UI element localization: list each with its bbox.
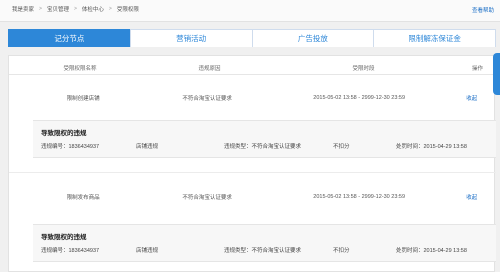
header-action: 操作 <box>471 66 483 72</box>
violation-type: 违规类型：不符合淘宝认证要求 <box>224 144 302 150</box>
tab-advertising[interactable]: 广告投放 <box>251 29 375 47</box>
chevron-right-icon: > <box>73 6 77 12</box>
violation-scene: 店铺违规 <box>136 248 159 254</box>
tab-bar: 记分节点 营销活动 广告投放 限制解冻保证金 <box>8 29 496 47</box>
violation-detail: 导致限权的违规 违规编号：1836434937 店铺违规 违规类型：不符合淘宝认… <box>33 120 496 158</box>
tab-deposit-freeze[interactable]: 限制解冻保证金 <box>373 29 496 47</box>
tab-marketing[interactable]: 营销活动 <box>129 29 253 47</box>
table-row: 限制发布商品 不符合淘宝认证要求 2015-05-02 13:58 - 2999… <box>17 184 490 210</box>
table-row: 限制创建店铺 不符合淘宝认证要求 2015-05-02 13:58 - 2999… <box>17 85 490 111</box>
detail-fields: 违规编号：1836434937 店铺违规 违规类型：不符合淘宝认证要求 不扣分 … <box>41 142 487 153</box>
violation-id: 违规编号：1836434937 <box>41 144 100 150</box>
breadcrumb: 我是卖家 > 宝贝管理 > 体检中心 > 受限权限 <box>12 5 139 13</box>
breadcrumb-item[interactable]: 体检中心 <box>82 5 104 13</box>
violation-score: 不扣分 <box>333 144 350 150</box>
violation-reason: 不符合淘宝认证要求 <box>182 195 232 201</box>
violation-score: 不扣分 <box>333 248 350 254</box>
violation-scene: 店铺违规 <box>136 144 159 150</box>
chevron-right-icon: > <box>39 6 42 12</box>
penalty-time: 处罚时间：2015-04-29 13:58 <box>396 144 467 150</box>
row-divider <box>9 172 496 173</box>
restriction-period: 2015-05-02 13:58 - 2999-12-30 23:59 <box>313 95 406 101</box>
header-restriction-name: 受限权限名称 <box>63 66 97 72</box>
table-header: 受限权限名称 违规原因 受限时段 操作 <box>9 62 496 75</box>
breadcrumb-item-current: 受限权限 <box>116 7 139 13</box>
violation-detail: 导致限权的违规 违规编号：1836434937 店铺违规 违规类型：不符合淘宝认… <box>33 224 496 262</box>
violation-type: 违规类型：不符合淘宝认证要求 <box>224 248 302 254</box>
header-reason: 违规原因 <box>198 66 221 72</box>
tab-score-nodes[interactable]: 记分节点 <box>8 29 131 47</box>
restriction-name: 限制创建店铺 <box>66 96 100 102</box>
breadcrumb-item[interactable]: 我是卖家 <box>12 5 34 13</box>
restriction-name: 限制发布商品 <box>66 195 100 201</box>
chevron-right-icon: > <box>108 6 112 12</box>
side-float-tab[interactable] <box>493 53 500 95</box>
violation-reason: 不符合淘宝认证要求 <box>182 96 232 102</box>
header-period: 受限时段 <box>352 66 375 72</box>
violation-id: 违规编号：1836434937 <box>41 248 100 254</box>
help-link[interactable]: 查看帮助 <box>472 6 494 14</box>
collapse-link[interactable]: 收起 <box>453 193 490 201</box>
collapse-link[interactable]: 收起 <box>453 94 490 102</box>
breadcrumb-item[interactable]: 宝贝管理 <box>47 5 69 13</box>
restriction-table: 受限权限名称 违规原因 受限时段 操作 限制创建店铺 不符合淘宝认证要求 201… <box>8 55 496 272</box>
detail-title: 导致限权的违规 <box>41 130 87 137</box>
detail-title: 导致限权的违规 <box>41 234 87 241</box>
restriction-period: 2015-05-02 13:58 - 2999-12-30 23:59 <box>313 194 406 200</box>
penalty-time: 处罚时间：2015-04-29 13:58 <box>396 248 467 254</box>
detail-fields: 违规编号：1836434937 店铺违规 违规类型：不符合淘宝认证要求 不扣分 … <box>41 246 487 257</box>
top-bar: 我是卖家 > 宝贝管理 > 体检中心 > 受限权限 查看帮助 <box>0 0 500 22</box>
